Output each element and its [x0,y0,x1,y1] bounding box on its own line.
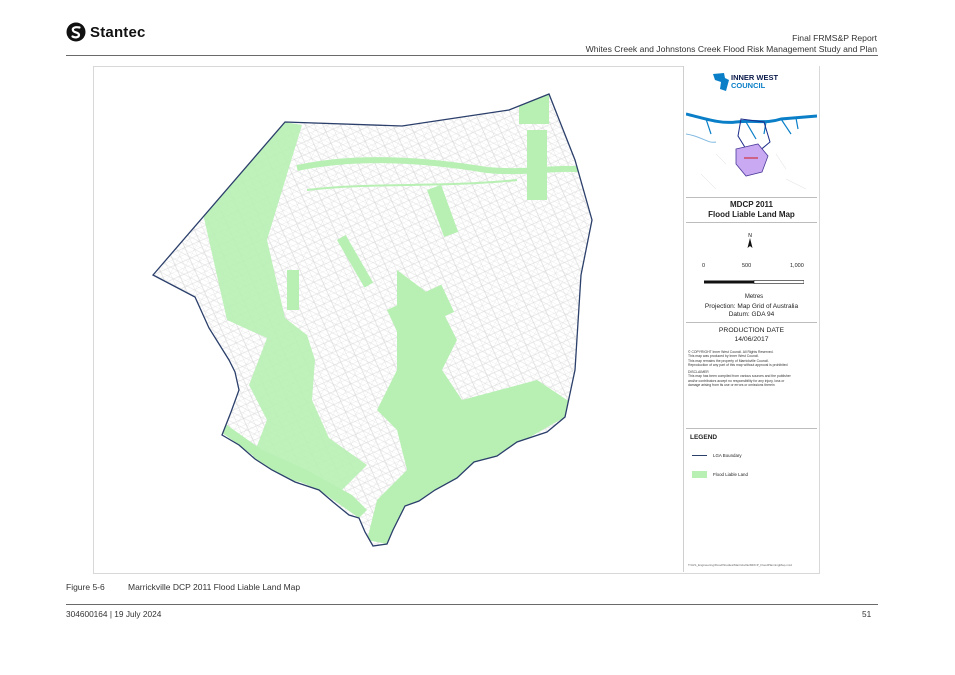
report-subtitle: Whites Creek and Johnstons Creek Flood R… [585,44,877,54]
disclaimer-line: damage arising from its use or errors or… [688,383,775,388]
stantec-logo: Stantec [66,22,146,42]
production-date: 14/06/2017 [734,335,769,343]
panel-divider [686,222,817,223]
scale-tick-0: 0 [702,263,706,269]
map-info-panel: INNER WEST COUNCIL MDCP 2011 Flood Liabl… [683,66,819,572]
legend-item-lga-boundary: LGA Boundary [692,453,742,458]
legend-label: LGA Boundary [713,453,742,458]
file-path: T:\GIS_Engineering\Flood\Studies\Marrick… [688,563,792,567]
panel-divider [686,322,817,323]
council-name: INNER WEST COUNCIL [731,74,801,90]
scale-unit: Metres [744,294,764,300]
legend-heading: LEGEND [690,434,718,441]
stantec-mark-icon [66,22,86,42]
figure-number: Figure 5-6 [66,582,105,592]
projection: Projection: Map Grid of Australia [704,303,799,310]
scale-bar-graphic [704,280,805,284]
scale-tick-500: 500 [742,263,752,269]
page-number: 51 [862,609,872,619]
north-arrow-icon: N [747,233,753,248]
header-rule [66,55,878,56]
locator-map [686,94,817,198]
figure-caption: Figure 5-6 Marrickville DCP 2011 Flood L… [66,582,300,592]
map-title: MDCP 2011 Flood Liable Land Map [684,200,819,220]
production-label: PRODUCTION DATE [718,327,785,334]
production-date-block: PRODUCTION DATE 14/06/2017 [684,327,819,344]
scale-bar: 0 500 1,000 Metres [702,263,805,300]
scale-tick-1000: 1,000 [790,263,804,269]
council-logo-icon [713,73,729,91]
panel-divider [686,428,817,429]
panel-divider [686,197,817,198]
north-label: N [748,233,752,239]
council-line2: COUNCIL [731,81,766,90]
map-title-line1: MDCP 2011 [730,200,773,209]
projection-info: Projection: Map Grid of Australia Datum:… [684,303,819,319]
flood-map [151,93,593,547]
document-reference: 304600164 | 19 July 2024 [66,609,162,619]
flood-liable-swatch [692,471,707,478]
copyright-line: Reproduction of any part of this map wit… [688,362,788,367]
report-header: Final FRMS&P Report Whites Creek and Joh… [586,33,877,55]
map-title-line2: Flood Liable Land Map [708,210,795,219]
legend-item-flood-liable-land: Flood Liable Land [692,471,748,478]
footer-rule [66,604,878,605]
figure-caption-text: Marrickville DCP 2011 Flood Liable Land … [128,582,301,592]
copyright-disclaimer: © COPYRIGHT Inner West Council. All Righ… [688,350,816,387]
legend-label: Flood Liable Land [713,472,748,477]
report-title: Final FRMS&P Report [792,33,877,43]
datum: Datum: GDA 94 [728,311,775,318]
brand-name: Stantec [90,23,146,41]
lga-boundary-swatch [692,455,707,456]
